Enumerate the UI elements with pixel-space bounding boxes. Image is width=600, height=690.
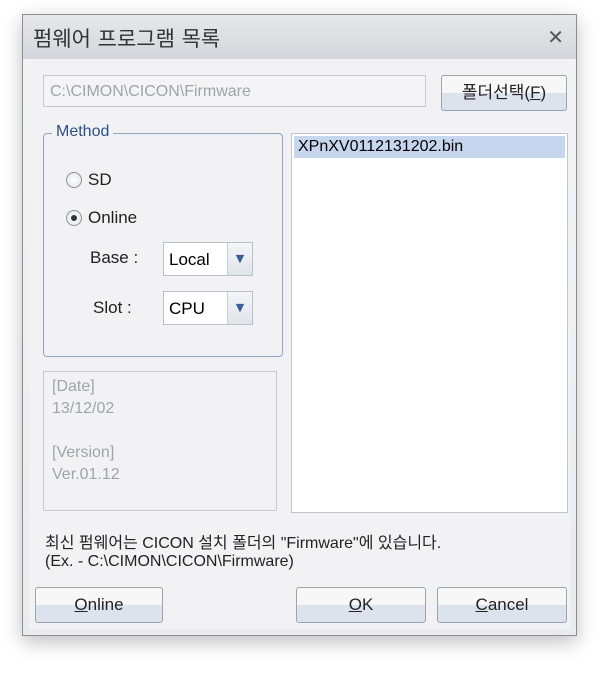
base-value: Local [169, 250, 210, 269]
version-label: [Version] [52, 444, 115, 461]
sd-radio[interactable] [66, 172, 82, 188]
firmware-file-list[interactable]: XPnXV0112131202.bin [291, 133, 568, 513]
title-bar: 펌웨어 프로그램 목록 ✕ [23, 15, 576, 59]
folder-path-field[interactable]: C:\CIMON\CICON\Firmware [43, 75, 426, 107]
sd-label: SD [88, 170, 112, 189]
cancel-button[interactable]: Cancel [437, 587, 567, 623]
method-group: Method SD Online Base : Local ▼ Slot : CP… [43, 123, 283, 357]
window-title: 펌웨어 프로그램 목록 [33, 27, 221, 51]
slot-value: CPU [169, 299, 205, 318]
version-value: Ver.01.12 [52, 466, 120, 483]
firmware-info: [Date] 13/12/02 [Version] Ver.01.12 [43, 371, 277, 511]
online-radio[interactable] [66, 210, 82, 226]
chevron-down-icon[interactable]: ▼ [227, 243, 252, 275]
ok-button-label: OK [348, 595, 374, 614]
base-dropdown[interactable]: Local ▼ [163, 242, 253, 276]
slot-label: Slot : [93, 298, 132, 317]
folder-select-suffix: ) [540, 83, 547, 102]
date-label: [Date] [52, 378, 95, 395]
chevron-down-icon[interactable]: ▼ [227, 292, 252, 324]
base-label: Base : [90, 248, 139, 267]
note-line-1: 최신 펌웨어는 CICON 설치 폴더의 "Firmware"에 있습니다. [45, 535, 442, 552]
ok-button[interactable]: OK [296, 587, 426, 623]
date-value: 13/12/02 [52, 400, 115, 417]
online-button-label: Online [74, 595, 124, 614]
firmware-dialog: 펌웨어 프로그램 목록 ✕ C:\CIMON\CICON\Firmware 폴더… [22, 14, 577, 636]
cancel-button-label: Cancel [475, 595, 529, 614]
online-button[interactable]: Online [35, 587, 163, 623]
note-line-2: (Ex. - C:\CIMON\CICON\Firmware) [45, 553, 294, 570]
folder-select-label: 폴더선택( [461, 83, 531, 102]
online-label: Online [88, 208, 138, 227]
list-item[interactable]: XPnXV0112131202.bin [294, 136, 565, 158]
folder-select-key: F [530, 83, 541, 102]
folder-select-button[interactable]: 폴더선택(F) [441, 75, 567, 111]
close-icon[interactable]: ✕ [547, 25, 564, 49]
slot-dropdown[interactable]: CPU ▼ [163, 291, 253, 325]
method-legend: Method [52, 123, 114, 141]
dialog-body: C:\CIMON\CICON\Firmware 폴더선택(F) Method S… [29, 59, 570, 629]
